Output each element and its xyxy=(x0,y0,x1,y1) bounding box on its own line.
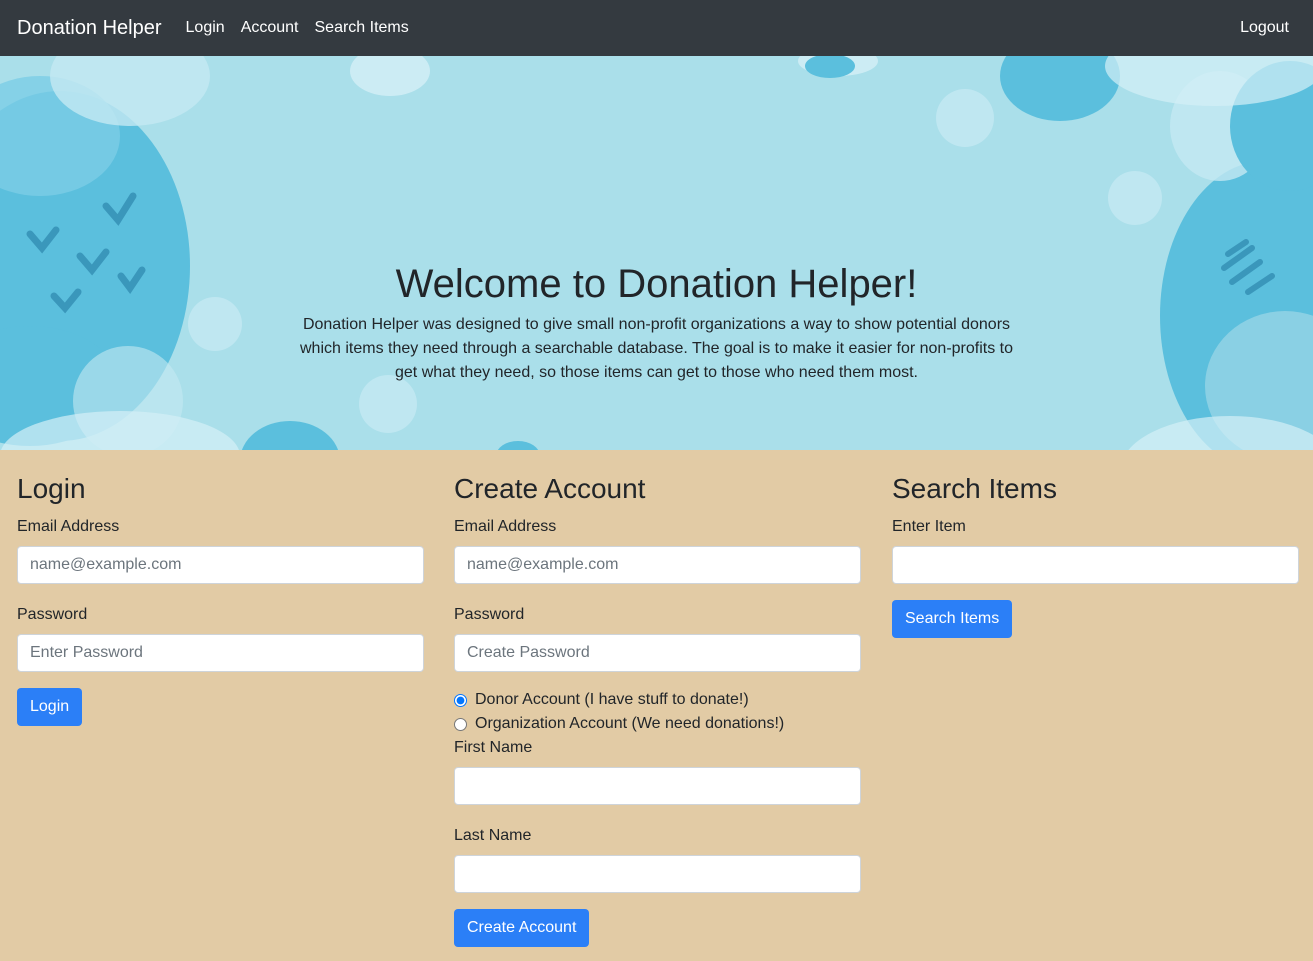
organization-account-label: Organization Account (We need donations!… xyxy=(475,715,785,732)
last-name-input[interactable] xyxy=(454,855,861,893)
forms-section: Login Email Address Password Login Creat… xyxy=(0,450,1313,961)
hero-background-art xyxy=(0,56,1313,450)
donor-account-radio[interactable] xyxy=(454,693,467,707)
create-account-heading: Create Account xyxy=(454,473,646,504)
create-email-label: Email Address xyxy=(454,518,557,535)
nav-right: Logout xyxy=(1240,0,1289,56)
organization-account-radio[interactable] xyxy=(454,717,467,731)
org-radio-row: Organization Account (We need donations!… xyxy=(454,712,861,736)
search-heading: Search Items xyxy=(892,473,1057,504)
navbar: Donation Helper Login Account Search Ite… xyxy=(0,0,1313,56)
login-email-label: Email Address xyxy=(17,518,120,535)
search-item-label: Enter Item xyxy=(892,518,966,535)
donor-account-label: Donor Account (I have stuff to donate!) xyxy=(475,691,749,708)
create-account-button[interactable]: Create Account xyxy=(454,909,590,947)
hero-banner: Welcome to Donation Helper! Donation Hel… xyxy=(0,56,1313,450)
last-name-label: Last Name xyxy=(454,827,532,844)
search-items-button[interactable]: Search Items xyxy=(892,600,1013,638)
hero-description-line: which items they need through a searchab… xyxy=(300,340,1013,357)
hero-description-line: Donation Helper was designed to give sma… xyxy=(302,316,1011,333)
donor-radio-row: Donor Account (I have stuff to donate!) xyxy=(454,688,861,712)
nav-login-link[interactable]: Login xyxy=(186,19,225,37)
hero-description-line: get what they need, so those items can g… xyxy=(395,364,918,381)
search-column: Search Items Enter Item Search Items xyxy=(892,450,1299,638)
create-email-input[interactable] xyxy=(454,546,861,584)
hero-content: Welcome to Donation Helper! Donation Hel… xyxy=(0,262,1313,385)
nav-account-link[interactable]: Account xyxy=(241,19,299,37)
hero-title: Welcome to Donation Helper! xyxy=(395,262,918,306)
brand-link[interactable]: Donation Helper xyxy=(17,17,162,40)
first-name-label: First Name xyxy=(454,739,533,756)
login-email-input[interactable] xyxy=(17,546,424,584)
create-account-column: Create Account Email Address Password Do… xyxy=(454,450,861,947)
login-password-input[interactable] xyxy=(17,634,424,672)
login-heading: Login xyxy=(17,473,86,504)
create-password-label: Password xyxy=(454,606,525,623)
login-button[interactable]: Login xyxy=(17,688,83,726)
search-item-input[interactable] xyxy=(892,546,1299,584)
account-type-group: Donor Account (I have stuff to donate!) … xyxy=(454,688,861,736)
logout-link[interactable]: Logout xyxy=(1240,19,1289,37)
login-column: Login Email Address Password Login xyxy=(17,450,424,726)
first-name-input[interactable] xyxy=(454,767,861,805)
login-password-label: Password xyxy=(17,606,88,623)
nav-search-items-link[interactable]: Search Items xyxy=(315,19,409,37)
create-password-input[interactable] xyxy=(454,634,861,672)
hero-description: Donation Helper was designed to give sma… xyxy=(292,313,1022,385)
